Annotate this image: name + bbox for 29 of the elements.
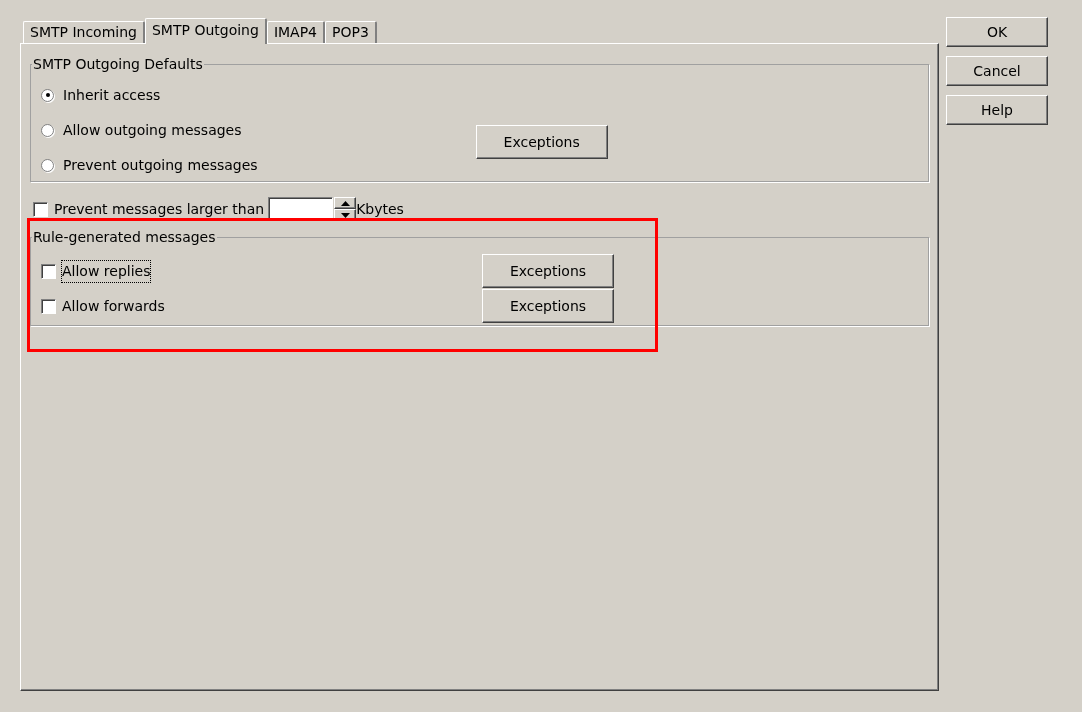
tab[interactable]: POP3 [325, 21, 377, 43]
down-arrow-icon [340, 212, 350, 218]
radio-label: Prevent outgoing messages [63, 155, 258, 175]
unit-label: Kbytes [356, 199, 404, 219]
dialog-button[interactable]: Help [946, 95, 1048, 125]
checkbox-label: Allow replies [62, 260, 151, 282]
up-arrow-icon [340, 200, 350, 206]
tab[interactable]: SMTP Incoming [23, 21, 145, 43]
group-title: SMTP Outgoing Defaults [32, 55, 204, 74]
tab[interactable]: IMAP4 [266, 21, 325, 43]
checkbox-label: Allow forwards [62, 296, 165, 316]
exceptions-button[interactable]: Exceptions [482, 289, 614, 323]
radio-label: Allow outgoing messages [63, 120, 242, 140]
radio-button[interactable] [41, 123, 54, 137]
checkbox[interactable] [33, 201, 48, 217]
exceptions-button[interactable]: Exceptions [482, 254, 614, 288]
checkbox[interactable] [41, 263, 56, 279]
spinner-control[interactable] [334, 197, 357, 221]
checkbox[interactable] [41, 298, 56, 314]
checkbox-label: Prevent messages larger than [54, 199, 265, 219]
size-field[interactable] [268, 197, 334, 221]
radio-button[interactable] [41, 88, 54, 102]
dialog-button[interactable]: OK [946, 17, 1048, 47]
exceptions-button[interactable]: Exceptions [475, 125, 608, 159]
dialog-button[interactable]: Cancel [946, 56, 1048, 86]
radio-label: Inherit access [63, 85, 161, 105]
radio-button[interactable] [41, 158, 54, 172]
tab[interactable]: SMTP Outgoing [144, 18, 267, 44]
group-title: Rule-generated messages [32, 228, 217, 247]
